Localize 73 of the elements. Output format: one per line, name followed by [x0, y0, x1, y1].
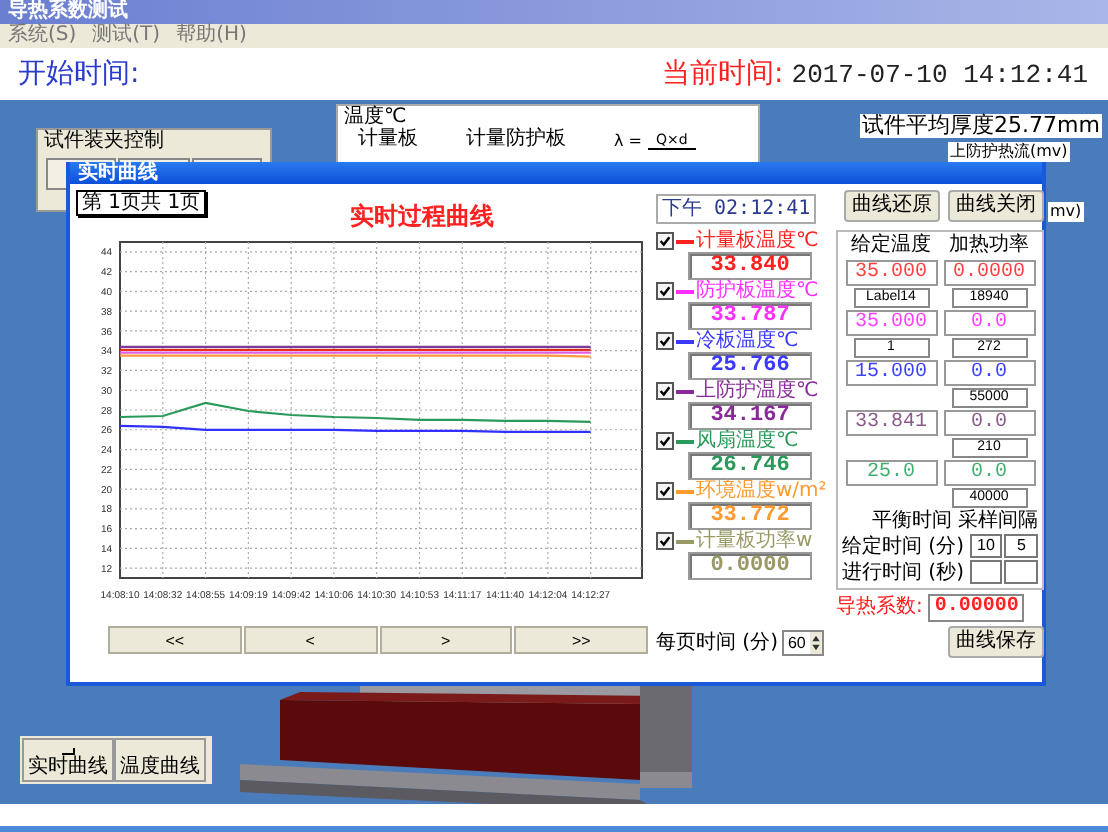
menu-item[interactable]: 帮助(H) — [176, 24, 247, 48]
channel-checkbox[interactable] — [656, 432, 674, 450]
conductivity-label: 导热系数: — [836, 596, 923, 620]
channel-checkbox[interactable] — [656, 482, 674, 500]
channel-value: 33.787 — [688, 302, 812, 330]
column-header: 给定温度 — [851, 234, 931, 258]
cut-label: mv) — [1048, 202, 1084, 222]
page-time-spinner[interactable]: 60 — [781, 629, 824, 655]
page-nav-button[interactable]: >> — [514, 626, 648, 654]
page-nav-button[interactable]: < — [243, 626, 377, 654]
column-label: 计量板 — [358, 128, 418, 152]
setpoint-value: 33.841 — [845, 410, 937, 436]
start-time-label: 开始时间: — [18, 56, 140, 92]
dialog-title: 实时曲线 — [78, 162, 158, 184]
channel-value: 33.772 — [688, 502, 812, 530]
power-value: 0.0 — [943, 410, 1035, 436]
page-nav-button[interactable]: > — [379, 626, 513, 654]
channel-checkbox[interactable] — [656, 232, 674, 250]
page-label: 第 1页共 1页 — [76, 190, 207, 216]
power-value: 0.0 — [943, 360, 1035, 386]
timing-label: 进行时间 (秒) — [842, 561, 966, 583]
formula-lhs: λ = — [614, 131, 642, 149]
timing-header: 平衡时间 采样间隔 — [871, 510, 1038, 532]
group-title: 试件装夹控制 — [42, 130, 166, 152]
power-value: 0.0 — [943, 310, 1035, 336]
channel-value: 25.766 — [688, 352, 812, 380]
save-curve-button[interactable]: 曲线保存 — [948, 626, 1044, 658]
channel-label: 风扇温度℃ — [696, 430, 799, 452]
page-nav-button[interactable]: << — [108, 626, 242, 654]
channel-value: 33.840 — [688, 252, 812, 280]
spinner-arrows-icon[interactable] — [809, 631, 822, 653]
menu-item[interactable]: 测试(T) — [92, 24, 161, 48]
channel-value: 34.167 — [688, 402, 812, 430]
channel-checkbox[interactable] — [656, 332, 674, 350]
channel-checkbox[interactable] — [656, 282, 674, 300]
time-field[interactable] — [969, 560, 1003, 584]
clock-display: 下午 02:12:41 — [656, 194, 817, 224]
current-time-value: 2017-07-10 14:12:41 — [791, 59, 1088, 89]
channel-label: 计量板功率w — [696, 530, 813, 552]
setpoint-value: 25.0 — [845, 460, 937, 486]
column-header: 加热功率 — [949, 234, 1029, 258]
timing-label: 给定时间 (分) — [842, 535, 966, 557]
power-value: 0.0 — [943, 460, 1035, 486]
curve-button[interactable]: 曲线还原 — [844, 190, 940, 222]
view-button[interactable]: 温度曲线 — [114, 738, 206, 782]
channel-label: 冷板温度℃ — [696, 330, 799, 352]
menu-item[interactable]: 系统(S) — [8, 24, 77, 48]
time-field[interactable]: 5 — [1004, 534, 1039, 558]
current-time-label: 当前时间: — [662, 56, 784, 92]
chart-title: 实时过程曲线 — [350, 202, 495, 230]
thickness-label: 试件平均厚度25.77mm — [860, 114, 1102, 138]
setpoint-value: 35.000 — [845, 310, 937, 336]
setpoint-value: 15.000 — [845, 360, 937, 386]
group-title: 温度℃ — [342, 106, 407, 128]
time-field[interactable] — [1004, 560, 1039, 584]
time-field[interactable]: 10 — [969, 534, 1003, 558]
channel-value: 26.746 — [688, 452, 812, 480]
channel-value: 0.0000 — [688, 552, 812, 580]
conductivity-value: 0.00000 — [928, 594, 1025, 622]
column-label: 计量防护板 — [466, 128, 566, 152]
channel-checkbox[interactable] — [656, 532, 674, 550]
channel-label: 环境温度w/m² — [696, 480, 827, 502]
power-value: 0.0000 — [943, 260, 1035, 286]
channel-label: 上防护温度℃ — [696, 380, 819, 402]
corner-icon — [60, 748, 76, 756]
heat-flux-label: 上防护热流(mv) — [948, 142, 1070, 162]
channel-checkbox[interactable] — [656, 382, 674, 400]
page-time-label: 每页时间 (分) — [656, 631, 778, 653]
channel-label: 计量板温度℃ — [696, 230, 819, 252]
channel-label: 防护板温度℃ — [696, 280, 819, 302]
setpoint-value: 35.000 — [845, 260, 937, 286]
view-button[interactable]: 实时曲线 — [22, 738, 114, 782]
curve-button[interactable]: 曲线关闭 — [948, 190, 1044, 222]
